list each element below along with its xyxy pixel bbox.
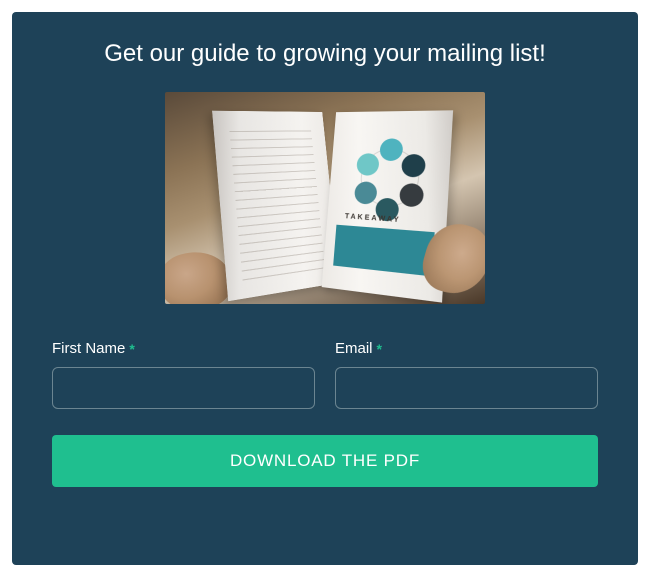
takeaway-band (333, 225, 435, 277)
hero-image (165, 92, 485, 304)
first-name-label: First Name (52, 340, 125, 357)
email-group: Email * (335, 340, 598, 409)
required-mark-icon: * (377, 341, 382, 357)
first-name-group: First Name * (52, 340, 315, 409)
form-row: First Name * Email * (52, 340, 598, 409)
book-page-left (212, 111, 340, 302)
signup-panel: Get our guide to growing your mailing li… (12, 12, 638, 565)
first-name-input[interactable] (52, 367, 315, 409)
required-mark-icon: * (129, 341, 134, 357)
page-title: Get our guide to growing your mailing li… (52, 40, 598, 68)
email-input[interactable] (335, 367, 598, 409)
email-label-row: Email * (335, 340, 598, 357)
email-label: Email (335, 340, 373, 357)
circular-diagram-icon (349, 141, 431, 220)
download-pdf-button[interactable]: DOWNLOAD THE PDF (52, 435, 598, 487)
first-name-label-row: First Name * (52, 340, 315, 357)
